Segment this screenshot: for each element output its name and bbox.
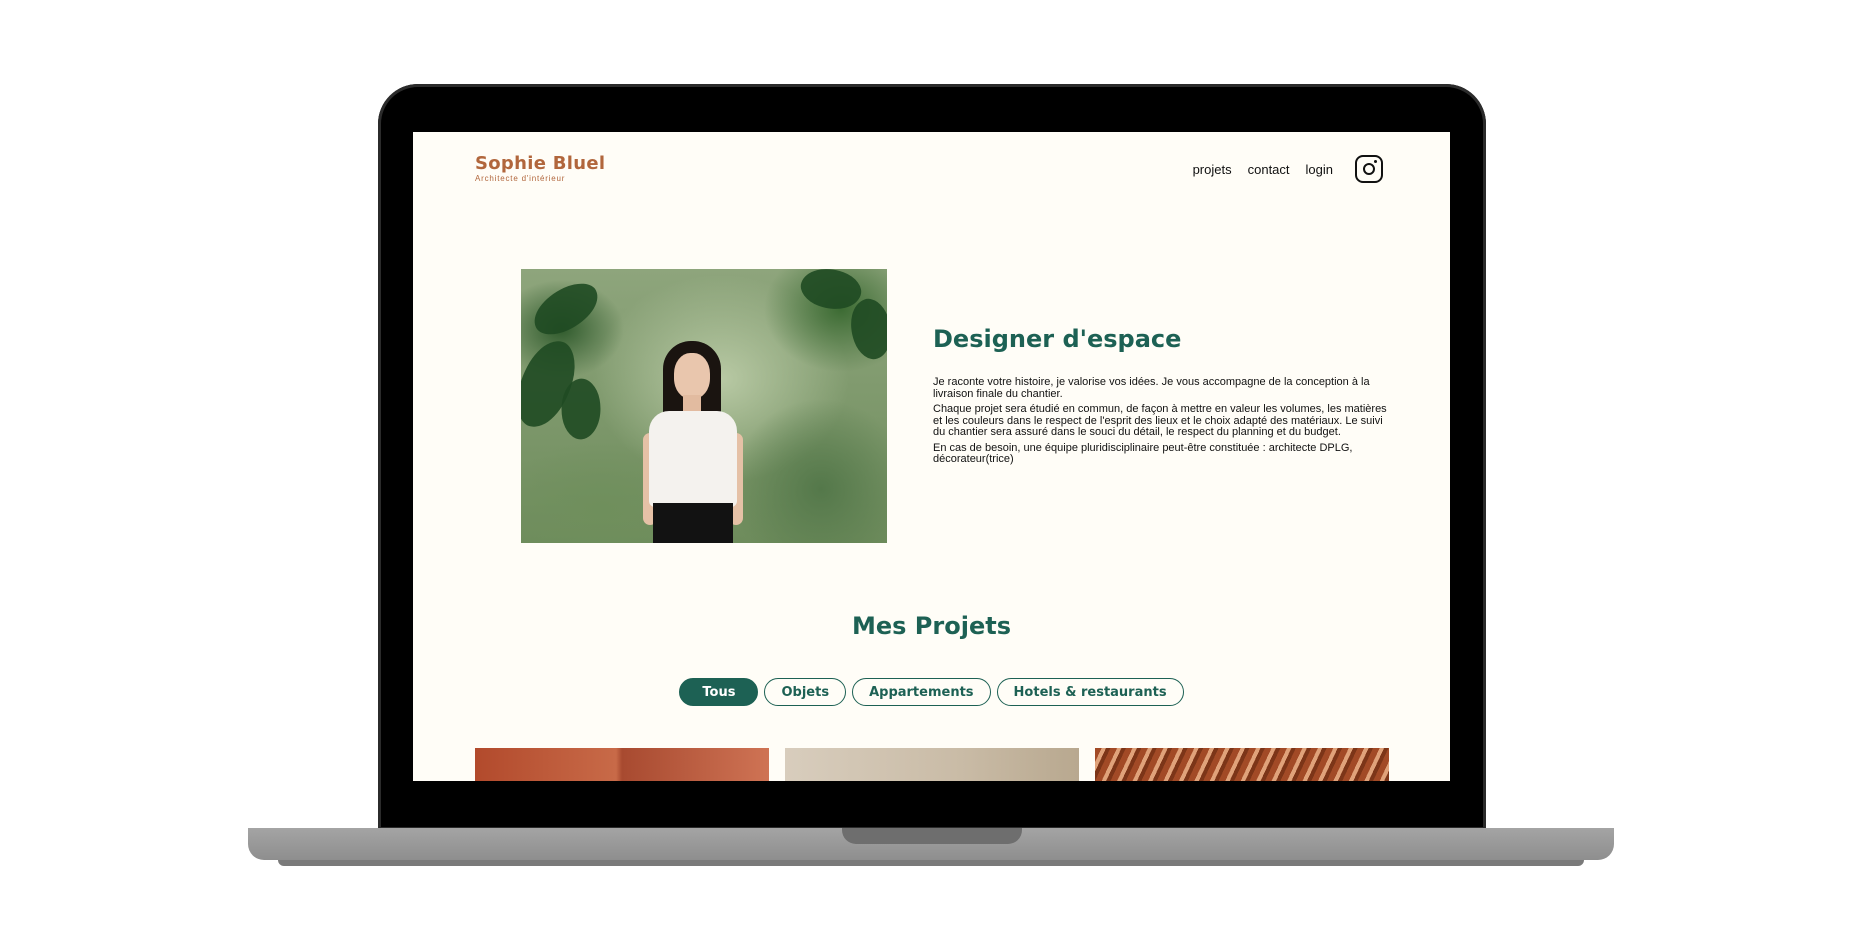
browser-viewport: Sophie Bluel Architecte d'intérieur proj… (413, 132, 1450, 781)
project-filters: Tous Objets Appartements Hotels & restau… (413, 678, 1450, 706)
logo-name: Sophie Bluel (475, 153, 606, 174)
filter-appartements-button[interactable]: Appartements (852, 678, 991, 706)
person-skirt (653, 503, 733, 543)
person-figure (639, 341, 759, 543)
nav-link-contact[interactable]: contact (1248, 162, 1290, 177)
intro-paragraph-1: Je raconte votre histoire, je valorise v… (933, 376, 1370, 400)
instagram-icon[interactable] (1355, 155, 1383, 183)
filter-tous-button[interactable]: Tous (679, 678, 759, 706)
laptop-notch (842, 828, 1022, 844)
nav-link-login[interactable]: login (1306, 162, 1333, 177)
filter-hotels-restaurants-button[interactable]: Hotels & restaurants (996, 678, 1184, 706)
logo-subtitle: Architecte d'intérieur (475, 174, 566, 183)
project-thumbnail[interactable] (1095, 748, 1389, 781)
person-shirt (649, 411, 737, 507)
projects-title: Mes Projets (852, 612, 1011, 640)
person-face (674, 353, 710, 399)
intro-paragraph-2: Chaque projet sera étudié en commun, de … (933, 403, 1387, 438)
main-nav: projets contact login (1177, 155, 1383, 183)
intro-title: Designer d'espace (933, 325, 1182, 353)
project-thumbnail[interactable] (785, 748, 1079, 781)
filter-objets-button[interactable]: Objets (764, 678, 847, 706)
project-thumbnail[interactable] (475, 748, 769, 781)
site-logo[interactable]: Sophie Bluel Architecte d'intérieur (475, 154, 605, 184)
profile-photo (521, 269, 887, 543)
leaf-shape (525, 276, 607, 342)
nav-link-projets[interactable]: projets (1193, 162, 1232, 177)
intro-section: Designer d'espace Je raconte votre histo… (933, 325, 1393, 470)
laptop-foot (278, 860, 1584, 866)
intro-paragraph-3: En cas de besoin, une équipe pluridiscip… (933, 441, 1353, 465)
